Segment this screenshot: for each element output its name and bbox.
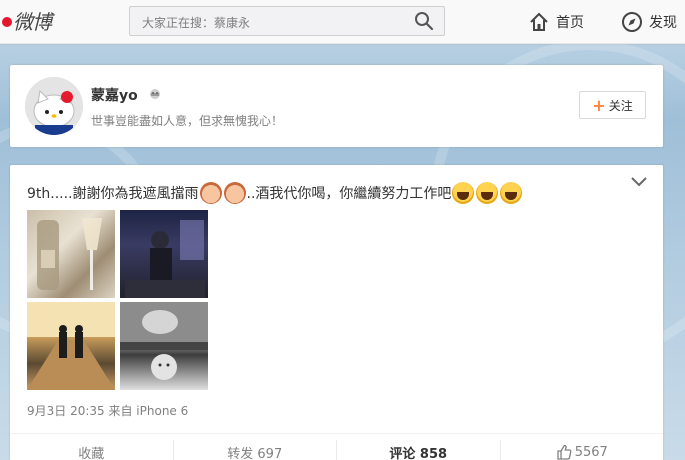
logo-text: 微博 — [13, 10, 52, 34]
nav-home[interactable]: 首页 — [528, 10, 584, 34]
weibo-eye-icon — [2, 17, 12, 27]
like-count: 5567 — [574, 444, 608, 460]
post-content: 9th.....謝謝你為我遮風擋雨 ..酒我代你喝，你繼續努力工作吧 — [27, 182, 523, 204]
laugh-emoji-icon — [476, 182, 499, 204]
favorite-label: 收藏 — [78, 446, 105, 460]
post-actions: 收藏 转发 697 评论 858 5567 — [10, 433, 663, 460]
profile-card: 蒙嘉yo 世事豈能盡如人意，但求無愧我心！ + 关注 — [10, 65, 663, 147]
laugh-emoji-icon — [452, 182, 475, 204]
hello-kitty-avatar-image — [25, 77, 83, 135]
favorite-button[interactable]: 收藏 — [10, 440, 174, 460]
nav-discover[interactable]: 发现 — [621, 10, 677, 34]
compass-icon — [622, 12, 642, 32]
bear-emoji-icon — [199, 182, 222, 204]
home-icon — [530, 12, 548, 31]
weibo-logo[interactable]: 微博 — [2, 6, 52, 35]
search-icon[interactable] — [414, 11, 434, 31]
user-level-badge-icon — [150, 89, 160, 99]
follow-button[interactable]: + 关注 — [579, 91, 646, 119]
top-navigation-bar: 微博 大家正在搜：蔡康永 首页 发现 — [0, 0, 685, 44]
post-text-part1: 9th.....謝謝你為我遮風擋雨 — [27, 186, 199, 202]
follow-label: 关注 — [608, 98, 633, 113]
comment-button[interactable]: 评论 858 — [337, 440, 501, 460]
post-meta: 9月3日 20:35 来自 iPhone 6 — [27, 404, 189, 418]
laugh-emoji-icon — [500, 182, 523, 204]
nav-home-label: 首页 — [556, 15, 584, 31]
post-image-night-man[interactable] — [120, 210, 208, 298]
profile-motto: 世事豈能盡如人意，但求無愧我心！ — [91, 114, 284, 128]
avatar[interactable] — [25, 77, 83, 135]
post-image-couple-walking[interactable] — [27, 302, 115, 390]
thumbs-up-icon — [557, 444, 572, 460]
like-button[interactable]: 5567 — [501, 440, 664, 460]
post-card: 9th.....謝謝你為我遮風擋雨 ..酒我代你喝，你繼續努力工作吧 9月3日 … — [10, 165, 663, 460]
profile-username[interactable]: 蒙嘉yo — [91, 85, 138, 105]
post-image-baby-bw[interactable] — [120, 302, 208, 390]
post-text-part2: ..酒我代你喝，你繼續努力工作吧 — [246, 186, 452, 202]
repost-label: 转发 697 — [227, 446, 283, 460]
post-image-champagne[interactable] — [27, 210, 115, 298]
chevron-down-icon[interactable] — [630, 175, 648, 189]
comment-label: 评论 858 — [389, 446, 448, 460]
search-box[interactable]: 大家正在搜：蔡康永 — [129, 6, 445, 36]
plus-icon: + — [592, 95, 606, 115]
bear-emoji-icon — [223, 182, 246, 204]
search-input[interactable]: 大家正在搜：蔡康永 — [142, 14, 250, 31]
repost-button[interactable]: 转发 697 — [174, 440, 337, 460]
nav-discover-label: 发现 — [649, 15, 677, 31]
